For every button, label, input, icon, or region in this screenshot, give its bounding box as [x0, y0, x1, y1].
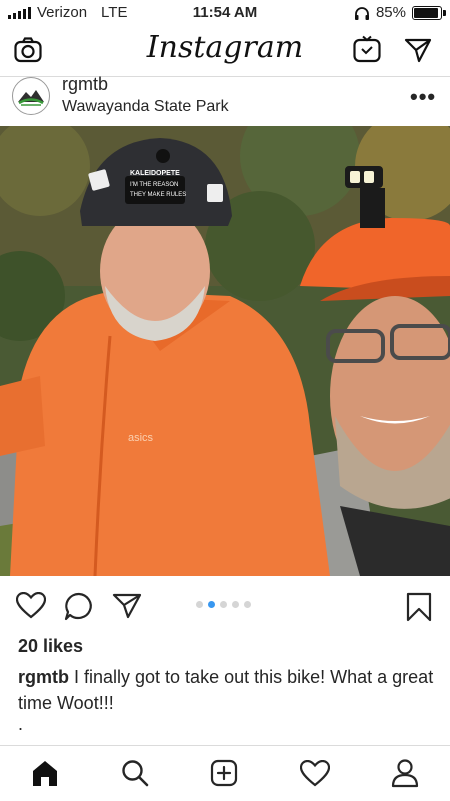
- helmet-sticker-line3: THEY MAKE RULES: [130, 192, 187, 198]
- jacket-logo: asics: [128, 432, 154, 444]
- share-icon[interactable]: [112, 593, 142, 619]
- carousel-dot: [220, 601, 227, 608]
- top-nav: Instagram: [0, 24, 450, 77]
- post-username[interactable]: rgmtb: [62, 74, 108, 95]
- battery-percent: 85%: [375, 4, 406, 21]
- like-heart-icon[interactable]: [16, 592, 46, 619]
- carousel-dot: [196, 601, 203, 608]
- bottom-nav: [0, 745, 450, 801]
- carousel-indicator: [196, 601, 251, 608]
- save-bookmark-icon[interactable]: [406, 592, 432, 622]
- status-bar: Verizon LTE 11:54 AM 85%: [0, 0, 450, 24]
- search-icon[interactable]: [121, 759, 149, 787]
- ellipsis-icon[interactable]: •••: [410, 84, 436, 110]
- new-post-icon[interactable]: [210, 759, 238, 787]
- comment-icon[interactable]: [64, 592, 94, 621]
- headphones-icon: [354, 6, 369, 20]
- direct-message-icon[interactable]: [404, 37, 432, 63]
- battery-icon: [412, 5, 446, 20]
- likes-count[interactable]: 20 likes: [18, 636, 83, 657]
- caption-username[interactable]: rgmtb: [18, 667, 69, 687]
- caption-text: I finally got to take out this bike! Wha…: [18, 667, 434, 713]
- post-location[interactable]: Wawayanda State Park: [62, 98, 229, 116]
- activity-icon[interactable]: [300, 760, 330, 787]
- helmet-sticker-line2: I'M THE REASON: [130, 182, 179, 188]
- profile-icon[interactable]: [391, 758, 419, 788]
- status-right: 85%: [354, 4, 446, 21]
- caption-extra: .: [18, 714, 24, 734]
- post-photo[interactable]: KALEIDOPETE I'M THE REASON THEY MAKE RUL…: [0, 126, 450, 576]
- avatar[interactable]: [12, 77, 50, 115]
- carousel-dot: [208, 601, 215, 608]
- helmet-sticker-line1: KALEIDOPETE: [130, 170, 180, 177]
- home-icon[interactable]: [31, 759, 59, 787]
- avatar-logo-icon: [14, 79, 48, 113]
- app-logo: Instagram: [146, 30, 304, 65]
- carousel-dot: [244, 601, 251, 608]
- post-caption: rgmtb I finally got to take out this bik…: [18, 664, 438, 716]
- carousel-dot: [232, 601, 239, 608]
- igtv-icon[interactable]: [353, 35, 381, 63]
